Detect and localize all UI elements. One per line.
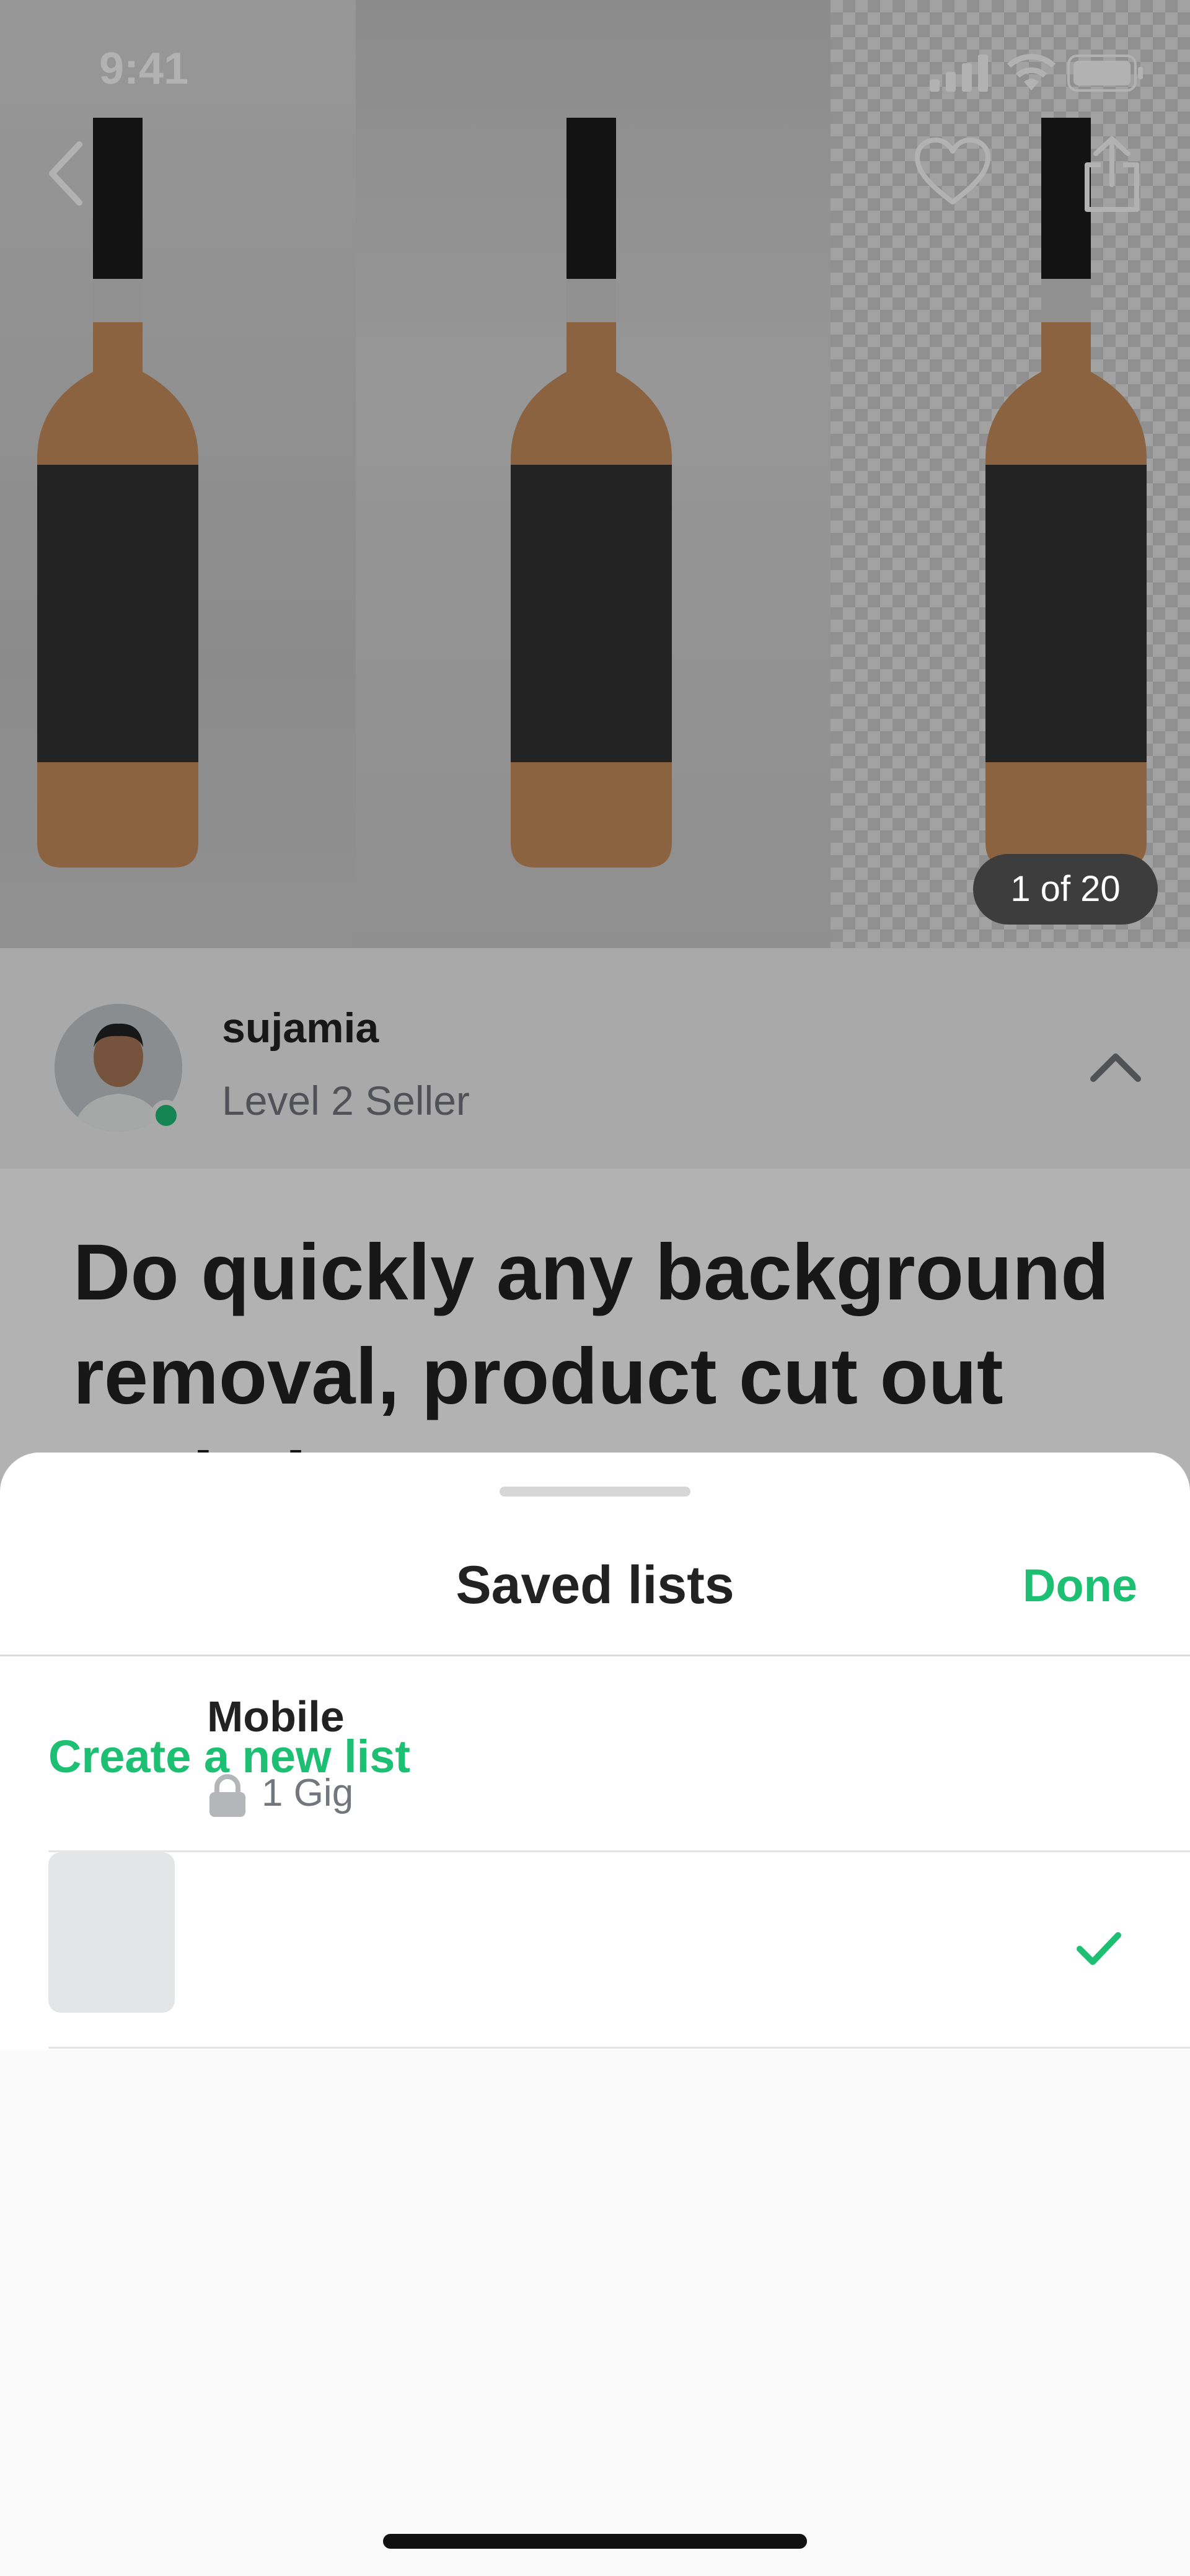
list-item-count: 1 Gig — [262, 1772, 354, 1814]
sheet-drag-handle[interactable] — [500, 1487, 690, 1497]
list-name: Mobile — [207, 1692, 345, 1741]
divider — [48, 2047, 1190, 2049]
divider — [0, 1655, 1190, 1656]
checkmark-icon — [1077, 1932, 1121, 1965]
home-indicator — [383, 2534, 807, 2549]
saved-lists-sheet: Saved lists Done Create a new list — [0, 1453, 1190, 2576]
list-item-mobile[interactable] — [0, 1852, 1190, 2049]
list-thumbnail — [48, 1886, 175, 2013]
image-counter-badge: 1 of 20 — [973, 854, 1158, 925]
lock-icon — [209, 1774, 245, 1817]
done-button[interactable]: Done — [1023, 1559, 1137, 1612]
sheet-title: Saved lists — [456, 1555, 734, 1615]
